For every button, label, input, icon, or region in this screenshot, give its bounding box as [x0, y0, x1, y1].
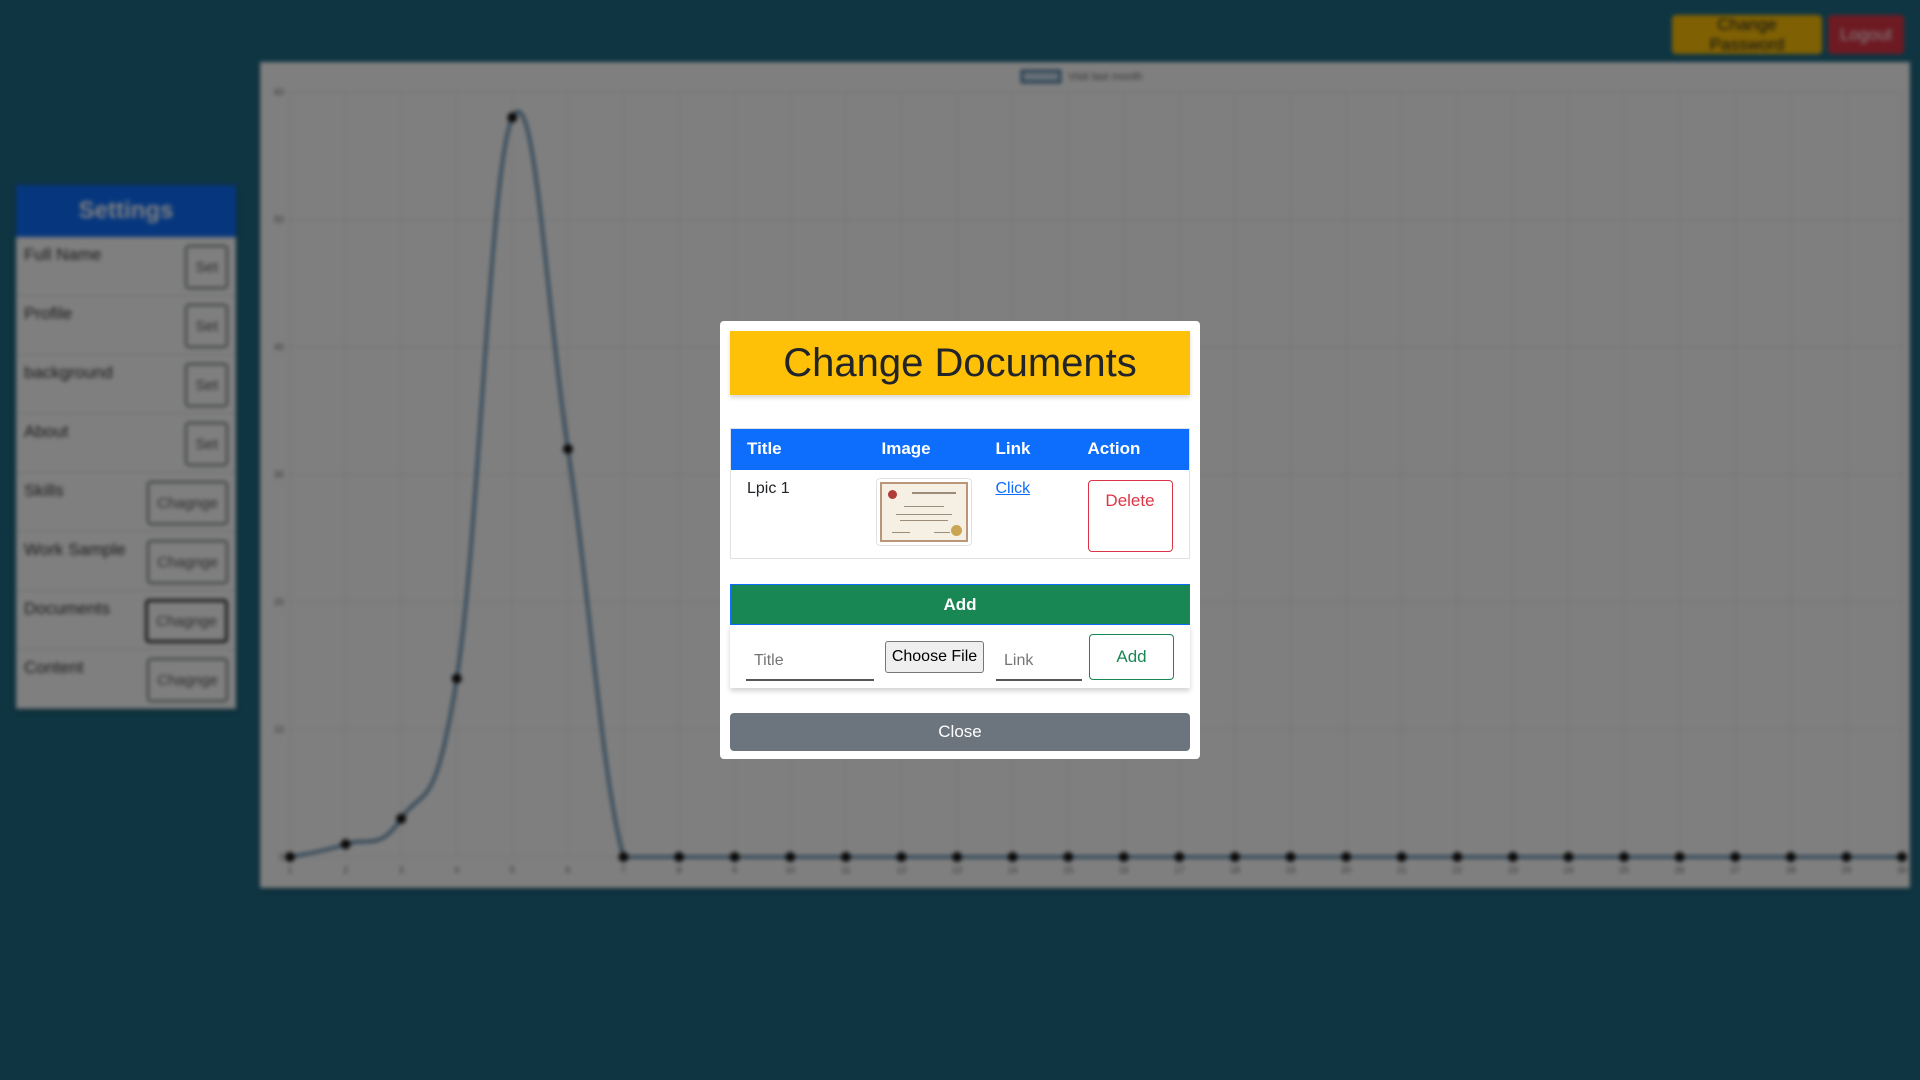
- document-link-cell: Click: [980, 470, 1072, 559]
- certificate-thumbnail[interactable]: [875, 477, 972, 546]
- add-document-form: Choose File Add: [730, 625, 1190, 688]
- column-header-action: Action: [1071, 428, 1190, 470]
- document-title: Lpic 1: [747, 479, 790, 497]
- table-row: Lpic 1 Click Delete: [731, 470, 1190, 559]
- cert-line: [911, 491, 956, 494]
- documents-table: Title Image Link Action Lpic 1 Click Del…: [730, 428, 1190, 559]
- cert-line: [899, 519, 948, 521]
- document-image-cell: [866, 470, 980, 559]
- column-header-title: Title: [730, 428, 866, 470]
- seal-icon: [887, 489, 897, 499]
- cert-line: [895, 513, 952, 515]
- add-document-button[interactable]: Add: [1089, 633, 1174, 680]
- column-header-link: Link: [979, 428, 1072, 470]
- close-button[interactable]: Close: [730, 713, 1190, 751]
- choose-file-button[interactable]: Choose File: [885, 640, 984, 673]
- change-documents-modal: Change Documents Title Image Link Action…: [720, 321, 1200, 759]
- link-input[interactable]: [996, 642, 1082, 681]
- modal-title: Change Documents: [730, 331, 1190, 395]
- table-header-row: Title Image Link Action: [730, 428, 1190, 470]
- document-link[interactable]: Click: [996, 480, 1031, 497]
- cert-line: [933, 531, 950, 533]
- column-header-image: Image: [865, 428, 980, 470]
- add-section-header: Add: [730, 584, 1190, 625]
- certificate-image: [879, 481, 968, 542]
- cert-line: [891, 531, 910, 533]
- title-input[interactable]: [746, 642, 874, 681]
- cert-line: [903, 505, 944, 507]
- medal-icon: [950, 524, 962, 536]
- delete-document-button[interactable]: Delete: [1087, 479, 1173, 552]
- document-action-cell: Delete: [1072, 470, 1190, 559]
